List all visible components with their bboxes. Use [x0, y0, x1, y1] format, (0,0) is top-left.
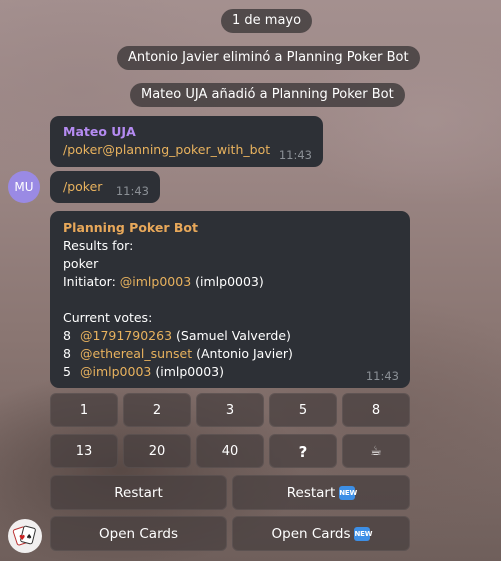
vote-button-1[interactable]: 1 [50, 393, 118, 427]
service-message-added: Mateo UJA añadió a Planning Poker Bot [130, 83, 405, 107]
vote-mention[interactable]: @imlp0003 [80, 364, 151, 379]
message-time: 11:43 [115, 184, 149, 198]
open-cards-button[interactable]: Open Cards [50, 516, 227, 551]
message-sender: Planning Poker Bot [63, 220, 198, 235]
restart-new-button[interactable]: Restart NEW [232, 475, 410, 510]
vote-button-2[interactable]: 2 [123, 393, 191, 427]
vote-value: 8 [63, 346, 71, 361]
svg-text:♥: ♥ [19, 534, 25, 542]
vote-name: (Samuel Valverde) [172, 328, 291, 343]
new-badge-icon: NEW [354, 527, 372, 541]
vote-name: (Antonio Javier) [192, 346, 293, 361]
avatar[interactable]: MU [8, 171, 40, 203]
playing-cards-sticker-icon[interactable]: ♥ ♠ [8, 519, 42, 553]
vote-button-5[interactable]: 5 [269, 393, 337, 427]
vote-button-40[interactable]: 40 [196, 434, 264, 468]
message-mateo-command[interactable]: Mateo UJA /poker@planning_poker_with_bot… [50, 116, 323, 167]
vote-button-8[interactable]: 8 [342, 393, 410, 427]
vote-row: 5 @imlp0003 (imlp0003) [63, 363, 397, 381]
command-link[interactable]: /poker [63, 179, 102, 194]
service-message-removed: Antonio Javier eliminó a Planning Poker … [117, 46, 420, 70]
message-bot-result[interactable]: Planning Poker Bot Results for: poker In… [50, 211, 410, 388]
initiator-line: Initiator: @imlp0003 (imlp0003) [63, 273, 397, 291]
message-time: 11:43 [365, 369, 399, 383]
vote-mention[interactable]: @ethereal_sunset [80, 346, 192, 361]
vote-button-3[interactable]: 3 [196, 393, 264, 427]
vote-name: (imlp0003) [151, 364, 224, 379]
restart-button[interactable]: Restart [50, 475, 227, 510]
vote-value: 5 [63, 364, 71, 379]
command-link[interactable]: /poker@planning_poker_with_bot [63, 141, 310, 159]
message-sender: Mateo UJA [63, 124, 136, 139]
initiator-label: Initiator: [63, 274, 120, 289]
votes-header: Current votes: [63, 310, 153, 325]
open-cards-new-label: Open Cards [271, 526, 351, 542]
vote-button-13[interactable]: 13 [50, 434, 118, 468]
vote-row: 8 @1791790263 (Samuel Valverde) [63, 327, 397, 345]
new-badge-icon: NEW [339, 486, 357, 500]
results-label: Results for: [63, 238, 134, 253]
restart-new-label: Restart [286, 485, 336, 501]
vote-value: 8 [63, 328, 71, 343]
results-topic: poker [63, 256, 99, 271]
open-cards-new-button[interactable]: Open Cards NEW [232, 516, 410, 551]
vote-row: 8 @ethereal_sunset (Antonio Javier) [63, 345, 397, 363]
message-time: 11:43 [278, 148, 312, 162]
date-separator: 1 de mayo [221, 9, 313, 33]
initiator-name: (imlp0003) [191, 274, 264, 289]
coffee-icon[interactable]: ☕ [342, 434, 410, 468]
vote-mention[interactable]: @1791790263 [80, 328, 172, 343]
vote-button-unknown[interactable]: ? [269, 434, 337, 468]
svg-text:♠: ♠ [26, 533, 32, 541]
vote-button-20[interactable]: 20 [123, 434, 191, 468]
message-mu-command[interactable]: /poker 11:43 [50, 171, 160, 203]
initiator-mention[interactable]: @imlp0003 [120, 274, 191, 289]
